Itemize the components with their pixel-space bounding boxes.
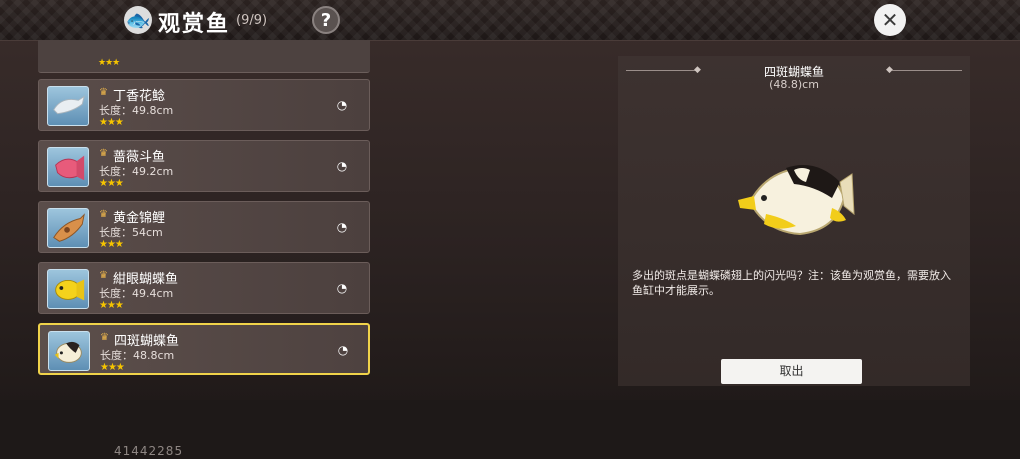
hook-icon[interactable]: ◔ bbox=[335, 98, 349, 112]
fish-count: (9/9) bbox=[236, 13, 268, 28]
fish-length: 长度：49.4cm bbox=[99, 287, 174, 300]
help-button[interactable]: ? bbox=[312, 6, 340, 34]
hook-icon[interactable]: ◔ bbox=[335, 159, 349, 173]
user-id: 41442285 bbox=[114, 444, 184, 458]
hook-icon[interactable]: ◔ bbox=[336, 343, 350, 357]
rating-stars: ★★★ bbox=[98, 58, 120, 68]
betta-icon bbox=[47, 147, 89, 187]
fish-length: 长度：54cm bbox=[99, 226, 163, 239]
rating-stars: ★★★ bbox=[99, 178, 124, 189]
top-bar-pattern bbox=[0, 0, 1020, 40]
fish-icon: 🐟 bbox=[124, 6, 152, 34]
fish-list[interactable]: ★★★ ♛ 丁香花鲶 长度：49.8cm ★★★ ◔ ♛ 蔷薇斗鱼 长度：49.… bbox=[36, 40, 372, 385]
rating-stars: ★★★ bbox=[99, 300, 124, 311]
top-bar: 🐟 观赏鱼 (9/9) ? ✕ bbox=[0, 0, 1020, 41]
rating-stars: ★★★ bbox=[99, 117, 124, 128]
list-item[interactable]: ♛ 丁香花鲶 长度：49.8cm ★★★ ◔ bbox=[38, 79, 370, 131]
rating-stars: ★★★ bbox=[100, 362, 125, 373]
rating-stars: ★★★ bbox=[99, 239, 124, 250]
medal-icon: ♛ bbox=[99, 148, 108, 159]
list-item[interactable]: ♛ 蔷薇斗鱼 长度：49.2cm ★★★ ◔ bbox=[38, 140, 370, 192]
fish-length: 长度：48.8cm bbox=[100, 349, 175, 362]
medal-icon: ♛ bbox=[99, 270, 108, 281]
fish-length: 长度：49.8cm bbox=[99, 104, 174, 117]
fish-length: 长度：49.2cm bbox=[99, 165, 174, 178]
hook-icon[interactable]: ◔ bbox=[335, 220, 349, 234]
list-item[interactable]: ♛ 黄金锦鲤 长度：54cm ★★★ ◔ bbox=[38, 201, 370, 253]
list-item[interactable]: ♛ 紺眼蝴蝶鱼 长度：49.4cm ★★★ ◔ bbox=[38, 262, 370, 314]
koi-icon bbox=[47, 208, 89, 248]
detail-fish-size: (48.8)cm bbox=[769, 78, 819, 91]
take-out-button[interactable]: 取出 bbox=[721, 359, 862, 384]
list-item-selected[interactable]: ♛ 四斑蝴蝶鱼 长度：48.8cm ★★★ ◔ bbox=[38, 323, 370, 375]
detail-panel: ◆ ◆ 四斑蝴蝶鱼 (48.8)cm 多出的斑点是蝴蝶磷翅上的闪光吗？注：该鱼为… bbox=[618, 56, 970, 386]
medal-icon: ♛ bbox=[99, 209, 108, 220]
list-item-partial[interactable]: ★★★ bbox=[38, 40, 370, 73]
medal-icon: ♛ bbox=[100, 332, 109, 343]
hook-icon[interactable]: ◔ bbox=[335, 281, 349, 295]
page-title: 观赏鱼 bbox=[158, 12, 231, 37]
close-button[interactable]: ✕ bbox=[874, 4, 906, 36]
medal-icon: ♛ bbox=[99, 87, 108, 98]
catfish-icon bbox=[47, 86, 89, 126]
four-spot-butterflyfish-image bbox=[738, 165, 855, 236]
detail-description: 多出的斑点是蝴蝶磷翅上的闪光吗？注：该鱼为观赏鱼，需要放入鱼缸中才能展示。 bbox=[632, 269, 951, 297]
yellow-butterflyfish-icon bbox=[47, 269, 89, 309]
four-spot-butterflyfish-icon bbox=[48, 331, 90, 371]
